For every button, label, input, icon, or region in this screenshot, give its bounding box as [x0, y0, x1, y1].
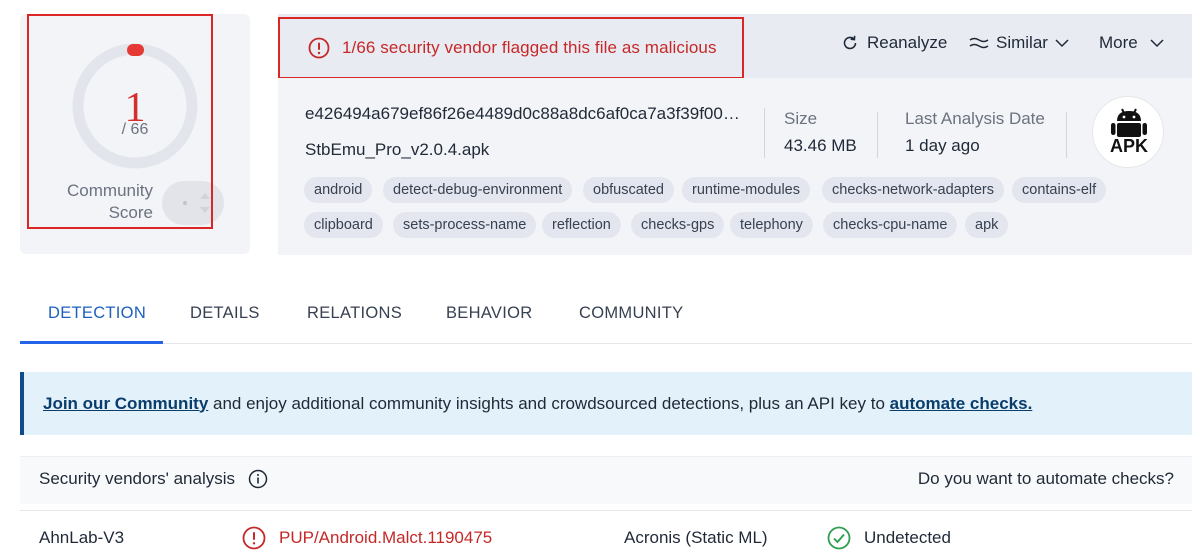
detection-result[interactable]: PUP/Android.Malct.1190475 — [279, 528, 492, 548]
alert-circle-icon — [308, 37, 330, 59]
tag[interactable]: detect-debug-environment — [383, 177, 573, 203]
tab-community[interactable]: COMMUNITY — [579, 304, 683, 323]
tag[interactable]: checks-network-adapters — [822, 177, 1004, 203]
tag[interactable]: checks-gps — [631, 212, 725, 238]
tab-behavior[interactable]: BEHAVIOR — [446, 304, 532, 323]
tag[interactable]: telephony — [730, 212, 813, 238]
reanalyze-button[interactable]: Reanalyze — [841, 33, 947, 53]
vendors-divider — [20, 510, 1192, 511]
tag[interactable]: sets-process-name — [393, 212, 537, 238]
vendors-title: Security vendors' analysis — [39, 469, 235, 488]
vendor-name: Acronis (Static ML) — [624, 528, 768, 547]
tab-relations[interactable]: RELATIONS — [307, 304, 402, 323]
divider — [1066, 112, 1067, 158]
size-label: Size — [784, 109, 818, 128]
active-tab-indicator — [20, 341, 163, 344]
last-analysis-value: 1 day ago — [905, 136, 980, 155]
tag[interactable]: contains-elf — [1012, 177, 1107, 203]
file-type-badge: APK — [1092, 96, 1164, 168]
banner-text: and enjoy additional community insights … — [208, 393, 890, 413]
info-icon[interactable] — [248, 469, 268, 489]
automate-checks-link[interactable]: automate checks. — [890, 394, 1033, 414]
similar-icon — [969, 37, 989, 49]
file-type-label: APK — [1109, 136, 1148, 156]
tabs-divider — [20, 343, 1192, 344]
file-name: StbEmu_Pro_v2.0.4.apk — [305, 140, 490, 159]
size-value: 43.46 MB — [784, 136, 857, 155]
tag[interactable]: runtime-modules — [682, 177, 810, 203]
similar-label: Similar — [996, 33, 1048, 52]
tab-details[interactable]: DETAILS — [190, 304, 260, 323]
alert-circle-icon — [242, 526, 266, 550]
tag[interactable]: checks-cpu-name — [823, 212, 958, 238]
automate-checks-prompt[interactable]: Do you want to automate checks? — [918, 469, 1174, 489]
malicious-alert: 1/66 security vendor flagged this file a… — [278, 17, 744, 79]
tag[interactable]: clipboard — [304, 212, 383, 238]
divider — [764, 108, 765, 158]
check-circle-icon — [827, 526, 851, 550]
divider — [877, 112, 878, 158]
chevron-down-icon — [1150, 39, 1164, 48]
more-label: More — [1099, 33, 1138, 52]
similar-button[interactable]: Similar — [969, 33, 1069, 53]
tag[interactable]: android — [304, 177, 373, 203]
android-icon — [1111, 108, 1147, 137]
tag[interactable]: apk — [965, 212, 1009, 238]
score-highlight-frame — [27, 14, 213, 229]
chevron-down-icon — [1055, 39, 1069, 48]
join-community-link[interactable]: Join our Community — [43, 394, 208, 414]
file-hash[interactable]: e426494a679ef86f26e4489d0c88a8dc6af0ca7a… — [305, 104, 740, 124]
alert-text: 1/66 security vendor flagged this file a… — [342, 38, 717, 57]
tag[interactable]: reflection — [542, 212, 621, 238]
refresh-icon — [843, 35, 857, 50]
vendor-name: AhnLab-V3 — [39, 528, 125, 547]
detection-result: Undetected — [864, 528, 951, 547]
last-analysis-label: Last Analysis Date — [905, 109, 1045, 128]
more-button[interactable]: More — [1099, 33, 1164, 53]
tag[interactable]: obfuscated — [583, 177, 674, 203]
tab-detection[interactable]: DETECTION — [48, 304, 146, 323]
community-banner: Join our Community and enjoy additional … — [20, 372, 1192, 435]
reanalyze-label: Reanalyze — [867, 33, 948, 52]
